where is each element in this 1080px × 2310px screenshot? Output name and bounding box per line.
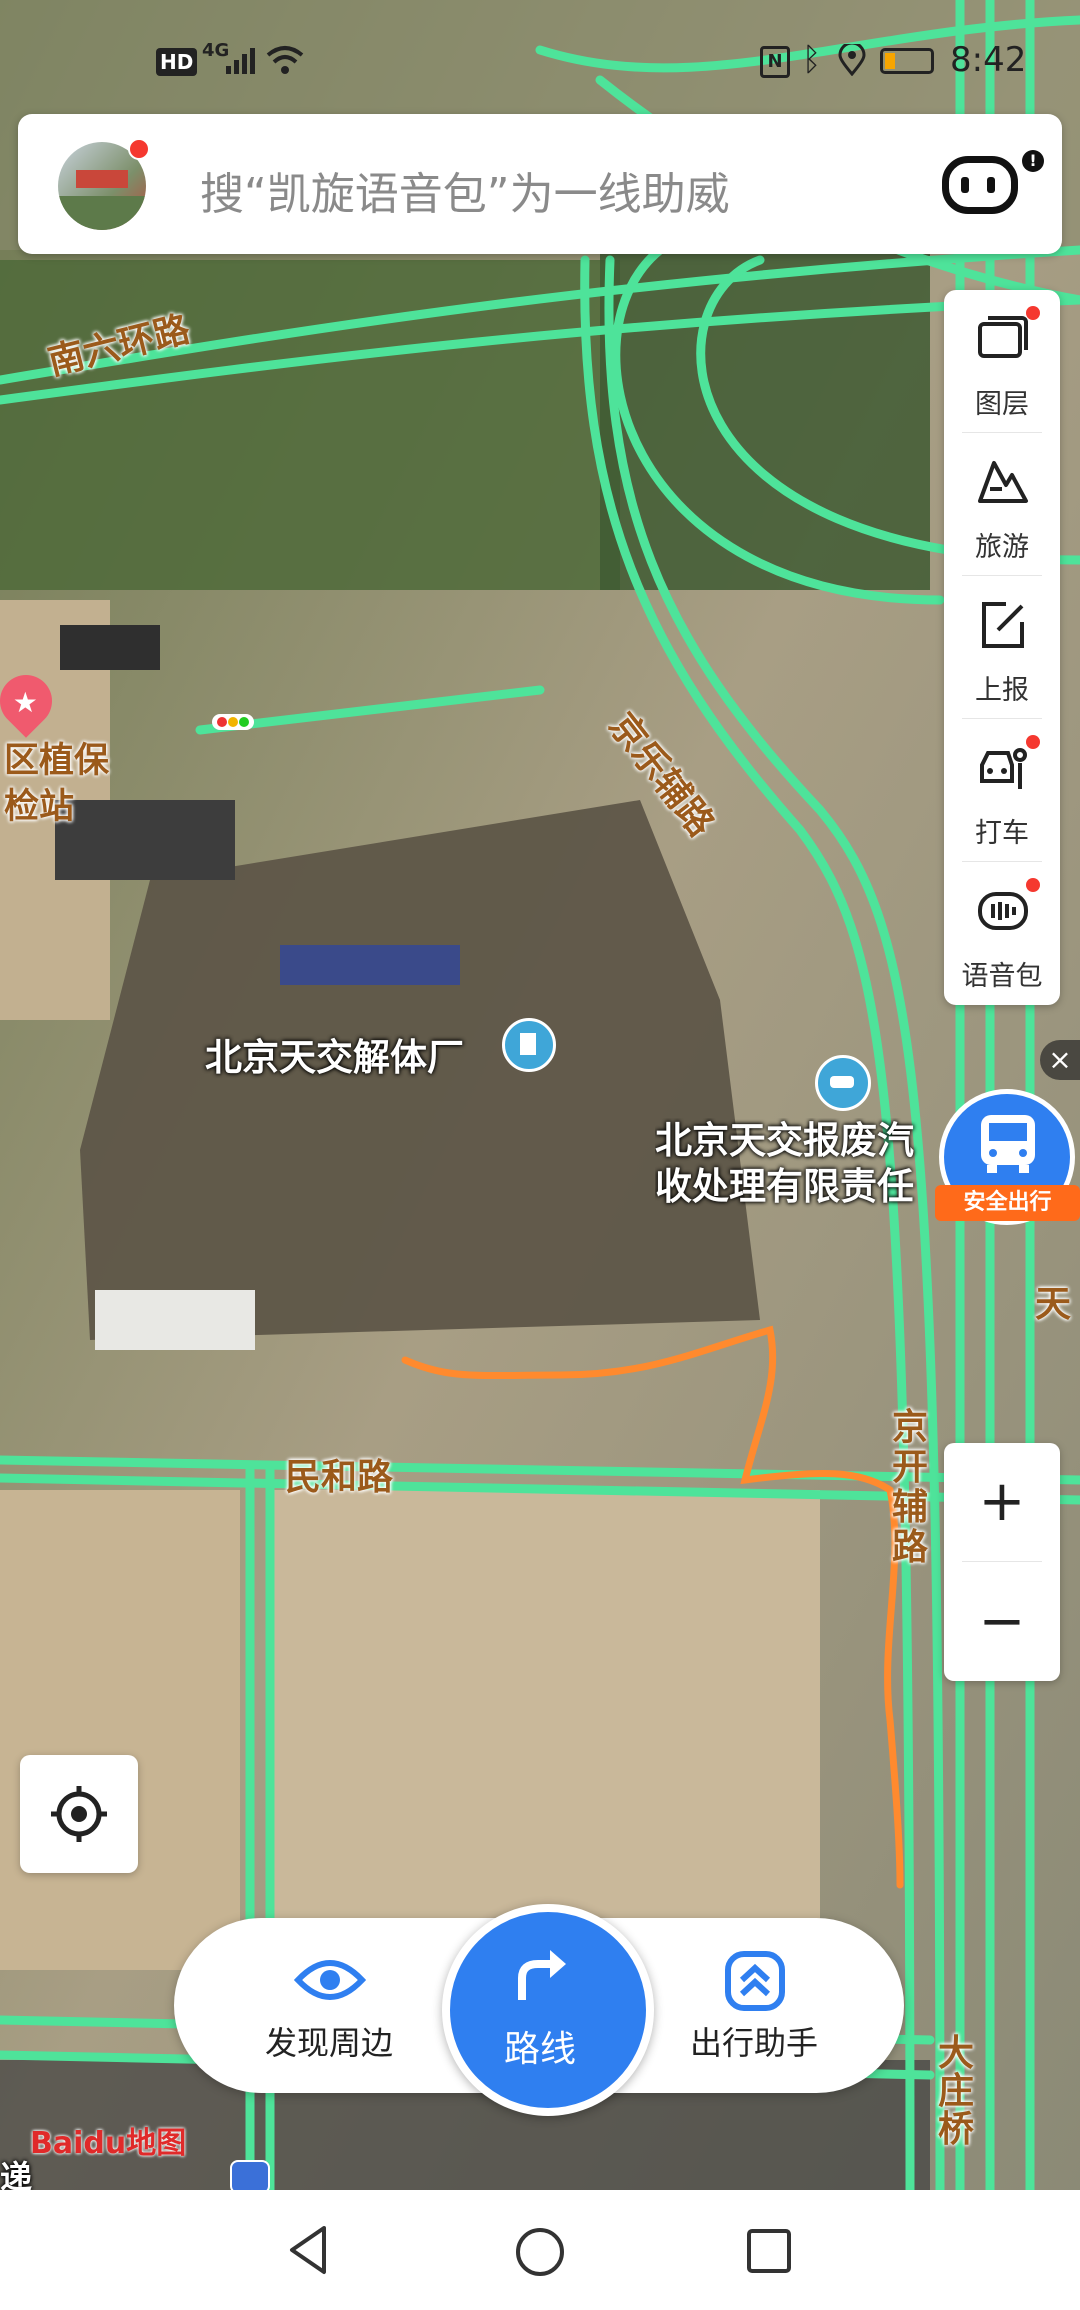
road-label-right-edge: 天	[1035, 1284, 1072, 1325]
close-icon[interactable]: ×	[1040, 1040, 1080, 1080]
voice-assistant-icon[interactable]	[942, 156, 1018, 214]
baidu-map-logo: Baidu地图	[30, 2126, 187, 2161]
side-tool-panel: 图层 旅游 上报 打车 语音包	[944, 290, 1060, 1005]
route-button[interactable]: 路线	[442, 1904, 654, 2116]
safe-travel-button[interactable]: 安全出行	[935, 1085, 1080, 1230]
tool-label: 旅游	[975, 532, 1029, 563]
system-nav-bar	[0, 2190, 1080, 2310]
locate-button[interactable]	[20, 1755, 138, 1873]
home-icon[interactable]	[514, 2226, 566, 2278]
crosshair-icon	[51, 1786, 107, 1842]
signal-icon	[226, 46, 256, 76]
zoom-control: + −	[944, 1443, 1060, 1681]
avatar-badge	[128, 138, 150, 160]
tool-label: 语音包	[961, 961, 1043, 992]
voice-pack-icon	[978, 892, 1028, 930]
discover-nearby-button[interactable]: 发现周边	[244, 1948, 414, 2078]
bus-icon	[981, 1115, 1035, 1173]
car-marker-icon[interactable]	[815, 1055, 871, 1111]
travel-assistant-label: 出行助手	[689, 2024, 818, 2062]
tool-taxi[interactable]: 打车	[944, 719, 1060, 862]
poi-label-dismantling-plant[interactable]: 北京天交解体厂	[205, 1027, 464, 1081]
status-bar: HD 4G N ᛒ 8:42	[0, 0, 1080, 110]
tool-report[interactable]: 上报	[944, 576, 1060, 719]
zoom-out-button[interactable]: −	[944, 1563, 1060, 1681]
route-label: 路线	[503, 2029, 576, 2070]
back-icon[interactable]	[286, 2224, 330, 2276]
alert-icon: !	[1022, 150, 1044, 172]
road-label-minhe: 民和路	[285, 1457, 394, 1498]
road-label-dazhuang-bridge: 大庄桥	[938, 2033, 975, 2150]
search-bar[interactable]: 搜“凯旋语音包”为一线助威 !	[18, 114, 1062, 254]
bottom-poi-marker-icon[interactable]	[230, 2160, 270, 2194]
tool-label: 打车	[975, 818, 1029, 849]
poi-label-plant-station[interactable]: 区植保检站	[4, 738, 134, 830]
voice-pack-badge	[1026, 878, 1040, 892]
discover-nearby-label: 发现周边	[264, 2024, 393, 2062]
route-arrow-icon	[518, 1950, 566, 2000]
recents-icon[interactable]	[746, 2228, 792, 2274]
tool-label: 上报	[975, 675, 1029, 706]
zoom-in-button[interactable]: +	[944, 1443, 1060, 1561]
wifi-icon	[266, 44, 304, 74]
tool-layers[interactable]: 图层	[944, 290, 1060, 433]
travel-assistant-button[interactable]: 出行助手	[664, 1948, 844, 2078]
taxi-icon	[980, 748, 1027, 789]
eye-icon	[294, 1960, 366, 2000]
bluetooth-icon: ᛒ	[802, 40, 822, 78]
tool-travel[interactable]: 旅游	[944, 433, 1060, 576]
layers-badge	[1026, 306, 1040, 320]
search-placeholder[interactable]: 搜“凯旋语音包”为一线助威	[200, 158, 730, 222]
travel-icon	[978, 461, 1028, 503]
assistant-icon	[725, 1951, 785, 2011]
battery-icon	[880, 48, 934, 74]
status-time: 8:42	[950, 40, 1027, 80]
nfc-icon: N	[760, 46, 790, 78]
safe-travel-label: 安全出行	[935, 1185, 1080, 1221]
tool-voice-pack[interactable]: 语音包	[944, 862, 1060, 1005]
report-icon	[982, 602, 1024, 648]
building-marker-icon[interactable]	[502, 1018, 556, 1072]
layers-icon	[978, 316, 1028, 358]
traffic-light-icon	[212, 714, 254, 730]
poi-label-scrap-company[interactable]: 北京天交报废汽收处理有限责任	[655, 1118, 945, 1210]
hd-icon: HD	[156, 48, 198, 76]
location-icon	[838, 41, 866, 77]
taxi-badge	[1026, 735, 1040, 749]
road-label-jingkai-side: 京开辅路	[892, 1407, 929, 1568]
tool-label: 图层	[975, 389, 1029, 420]
